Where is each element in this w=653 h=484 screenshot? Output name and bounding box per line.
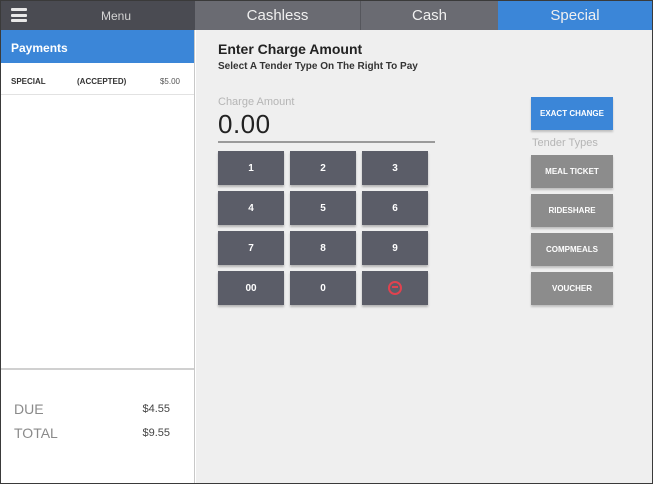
exact-change-button[interactable]: EXACT CHANGE xyxy=(531,97,613,130)
due-row: DUE $4.55 xyxy=(14,401,174,417)
key-2[interactable]: 2 xyxy=(290,151,356,185)
total-value: $9.55 xyxy=(142,427,170,439)
key-4[interactable]: 4 xyxy=(218,191,284,225)
payments-header: Payments xyxy=(1,30,194,63)
payment-type: SPECIAL xyxy=(11,77,46,86)
key-5[interactable]: 5 xyxy=(290,191,356,225)
backspace-circle-icon xyxy=(388,281,402,295)
hamburger-menu-icon[interactable] xyxy=(11,8,27,22)
menu-area: Menu xyxy=(1,1,195,30)
page-title: Enter Charge Amount xyxy=(218,41,363,57)
key-9[interactable]: 9 xyxy=(362,231,428,265)
due-value: $4.55 xyxy=(142,403,170,415)
key-6[interactable]: 6 xyxy=(362,191,428,225)
backspace-button[interactable] xyxy=(362,271,428,305)
charge-amount-label: Charge Amount xyxy=(218,96,295,108)
key-3[interactable]: 3 xyxy=(362,151,428,185)
payment-amount: $5.00 xyxy=(159,77,180,86)
menu-label[interactable]: Menu xyxy=(101,9,131,23)
total-row: TOTAL $9.55 xyxy=(14,425,174,441)
payments-panel: Payments SPECIAL (ACCEPTED) $5.00 DUE $4… xyxy=(1,30,195,483)
total-label: TOTAL xyxy=(14,425,58,441)
charge-amount-underline xyxy=(218,141,435,143)
key-8[interactable]: 8 xyxy=(290,231,356,265)
tender-rideshare-button[interactable]: RIDESHARE xyxy=(531,194,613,227)
key-0[interactable]: 0 xyxy=(290,271,356,305)
tender-types-label: Tender Types xyxy=(532,137,598,149)
tab-cash[interactable]: Cash xyxy=(361,1,498,30)
charge-panel: Enter Charge Amount Select A Tender Type… xyxy=(196,30,652,483)
key-00[interactable]: 00 xyxy=(218,271,284,305)
top-bar: Menu Cashless Cash Special xyxy=(1,1,652,30)
key-1[interactable]: 1 xyxy=(218,151,284,185)
charge-amount-input[interactable]: 0.00 xyxy=(218,109,271,140)
tab-cashless[interactable]: Cashless xyxy=(195,1,361,30)
payment-status: (ACCEPTED) xyxy=(77,77,127,86)
page-subtitle: Select A Tender Type On The Right To Pay xyxy=(218,61,418,72)
due-label: DUE xyxy=(14,401,44,417)
tender-meal-ticket-button[interactable]: MEAL TICKET xyxy=(531,155,613,188)
totals-section: DUE $4.55 TOTAL $9.55 xyxy=(1,368,194,483)
tender-voucher-button[interactable]: VOUCHER xyxy=(531,272,613,305)
key-7[interactable]: 7 xyxy=(218,231,284,265)
tab-special[interactable]: Special xyxy=(498,1,652,30)
payment-row[interactable]: SPECIAL (ACCEPTED) $5.00 xyxy=(1,63,194,95)
tender-compmeals-button[interactable]: COMPMEALS xyxy=(531,233,613,266)
